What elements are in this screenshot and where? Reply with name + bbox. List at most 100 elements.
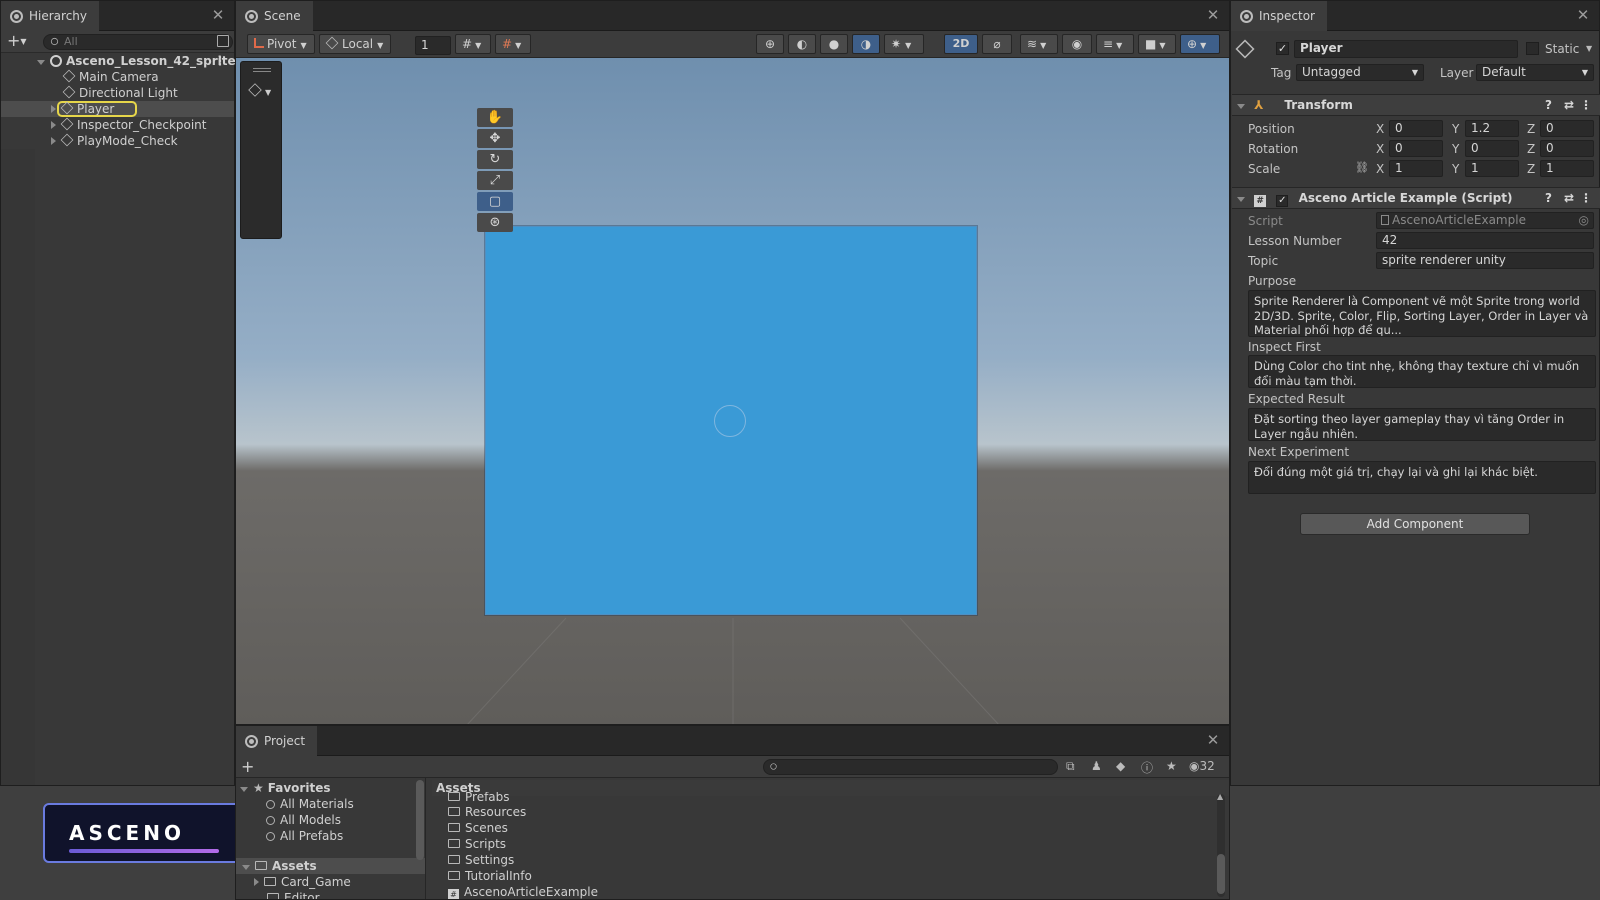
inspect-first-textarea[interactable]: Dùng Color cho tint nhẹ, không thay text… (1248, 355, 1596, 388)
project-search-field[interactable] (763, 759, 1058, 775)
expected-result-textarea[interactable]: Đặt sorting theo layer gameplay thay vì … (1248, 408, 1596, 441)
topic-field[interactable]: sprite renderer unity (1376, 252, 1594, 269)
transform-header[interactable]: ⅄ Transform ? ⇄ ⋮ (1232, 94, 1600, 116)
add-component-button[interactable]: Add Component (1300, 513, 1530, 535)
toggle-2d-button[interactable]: 2D (944, 34, 978, 54)
tree-scrollbar[interactable] (416, 780, 424, 860)
create-asset-button[interactable]: + (241, 757, 254, 776)
hierarchy-item[interactable]: PlayMode_Check (1, 133, 234, 149)
asset-item[interactable]: Scenes (448, 820, 508, 836)
asset-folder-row[interactable]: Card_Game (254, 874, 351, 890)
hierarchy-item[interactable]: Main Camera (1, 69, 234, 85)
filter-type-icon[interactable]: ♟ (1091, 759, 1102, 773)
hidden-packages-counter[interactable]: ◉32 (1189, 759, 1215, 773)
constrain-proportions-icon[interactable]: ⛓ (1355, 161, 1369, 174)
tag-dropdown[interactable]: Untagged ▼ (1296, 64, 1424, 81)
favorites-header[interactable]: ★ Favorites (240, 780, 330, 796)
favorite-star-icon[interactable]: ★ (1166, 759, 1177, 773)
rotation-y-field[interactable]: 0 (1465, 140, 1519, 157)
scene-root-row[interactable]: Asceno_Lesson_42_sprite ⋮ (1, 53, 236, 69)
preset-icon[interactable]: ⇄ (1564, 188, 1574, 208)
layers-dropdown[interactable]: ≡ ▼ (1096, 34, 1134, 54)
lighting-toggle-button[interactable]: ⌀ (982, 34, 1012, 54)
asset-item[interactable]: TutorialInfo (448, 868, 532, 884)
help-icon[interactable]: ? (1545, 188, 1552, 208)
position-z-field[interactable]: 0 (1540, 120, 1594, 137)
debug-draw-dropdown[interactable]: ✷ ▼ (884, 34, 924, 54)
close-icon[interactable]: ✕ (1205, 7, 1221, 23)
shaded-wireframe-button[interactable]: ◐ (788, 34, 816, 54)
hand-tool-button[interactable]: ✋ (477, 108, 513, 127)
camera-dropdown[interactable]: ■ ▼ (1138, 34, 1176, 54)
transform-tool-button[interactable]: ⊛ (477, 213, 513, 232)
rotate-tool-button[interactable]: ↻ (477, 150, 513, 169)
scene-viewport[interactable] (236, 58, 1229, 724)
move-tool-button[interactable]: ✥ (477, 129, 513, 148)
help-icon[interactable]: ? (1545, 95, 1552, 115)
transform-gizmo-circle[interactable] (714, 405, 746, 437)
info-icon[interactable]: ⓘ (1141, 759, 1153, 776)
expand-arrow-icon[interactable] (254, 878, 259, 886)
scale-tool-button[interactable]: ⤢ (477, 171, 513, 190)
asset-item[interactable]: Scripts (448, 836, 506, 852)
tab-scene[interactable]: Scene (236, 1, 313, 31)
layer-dropdown[interactable]: Default ▼ (1476, 64, 1594, 81)
expand-arrow-icon[interactable] (1237, 197, 1245, 202)
close-icon[interactable]: ✕ (1575, 7, 1591, 23)
rect-tool-button[interactable]: ▢ (477, 192, 513, 211)
hierarchy-search-field[interactable]: All (43, 34, 233, 50)
scroll-thumb[interactable] (1217, 854, 1225, 894)
purpose-textarea[interactable]: Sprite Renderer là Component vẽ một Spri… (1248, 290, 1596, 337)
script-component-header[interactable]: # ✓ Asceno Article Example (Script) ? ⇄ … (1232, 187, 1600, 209)
asset-item[interactable]: Resources (448, 804, 526, 820)
rotation-x-field[interactable]: 0 (1389, 140, 1443, 157)
asset-list-scrollbar[interactable]: ▲ (1217, 792, 1225, 897)
tab-inspector[interactable]: Inspector (1231, 1, 1327, 31)
next-experiment-textarea[interactable]: Đổi đúng một giá trị, chạy lại và ghi lạ… (1248, 461, 1596, 494)
assets-root-row[interactable]: Assets (236, 858, 425, 874)
close-icon[interactable]: ✕ (1205, 732, 1221, 748)
tab-hierarchy[interactable]: Hierarchy (1, 1, 100, 31)
hierarchy-item-selected[interactable]: Player (1, 101, 234, 117)
asset-folder-row[interactable]: Editor (267, 890, 320, 899)
position-x-field[interactable]: 0 (1389, 120, 1443, 137)
increment-snap-button[interactable]: # ▼ (495, 34, 531, 54)
active-checkbox[interactable]: ✓ (1276, 42, 1289, 55)
expand-arrow-icon[interactable] (37, 60, 45, 65)
expand-arrow-icon[interactable] (51, 105, 56, 113)
object-name-field[interactable]: Player (1294, 40, 1518, 58)
more-options-icon[interactable]: ⋮ (1580, 188, 1592, 208)
draw-mode-button[interactable]: ⊕ (756, 34, 784, 54)
expand-arrow-icon[interactable] (51, 137, 56, 145)
drag-handle[interactable] (253, 68, 271, 72)
preset-icon[interactable]: ⇄ (1564, 95, 1574, 115)
visibility-toggle[interactable]: ◉ (1062, 34, 1092, 54)
label-icon[interactable]: ◆ (1116, 759, 1125, 773)
hierarchy-item[interactable]: Inspector_Checkpoint (1, 117, 234, 133)
close-icon[interactable]: ✕ (210, 7, 226, 23)
gizmos-dropdown[interactable]: ⊕ ▼ (1180, 34, 1220, 54)
static-checkbox[interactable] (1526, 42, 1539, 55)
hierarchy-item[interactable]: Directional Light (1, 85, 234, 101)
add-object-button[interactable]: +▼ (7, 33, 33, 50)
scroll-up-icon[interactable]: ▲ (1217, 792, 1223, 801)
search-options-icon[interactable] (217, 35, 229, 47)
asset-item[interactable]: # AscenoArticleExample (448, 884, 598, 899)
search-by-type-icon[interactable]: ⧉ (1066, 759, 1075, 774)
tab-project[interactable]: Project (236, 726, 318, 756)
more-options-icon[interactable]: ⋮ (1580, 95, 1592, 115)
more-options-icon[interactable]: ⋮ (214, 53, 226, 69)
position-y-field[interactable]: 1.2 (1465, 120, 1519, 137)
asset-item[interactable]: Prefabs (448, 792, 510, 802)
favorite-item[interactable]: All Models (266, 812, 341, 828)
asset-item[interactable]: Settings (448, 852, 514, 868)
local-dropdown[interactable]: Local ▼ (319, 34, 391, 54)
static-dropdown-icon[interactable]: ▼ (1586, 44, 1592, 53)
sprite-renderer-quad[interactable] (485, 226, 977, 615)
shaded-button[interactable]: ● (820, 34, 848, 54)
lesson-number-field[interactable]: 42 (1376, 232, 1594, 249)
expand-arrow-icon[interactable] (1237, 104, 1245, 109)
scale-z-field[interactable]: 1 (1540, 160, 1594, 177)
effects-dropdown[interactable]: ≋ ▼ (1020, 34, 1058, 54)
rotation-z-field[interactable]: 0 (1540, 140, 1594, 157)
